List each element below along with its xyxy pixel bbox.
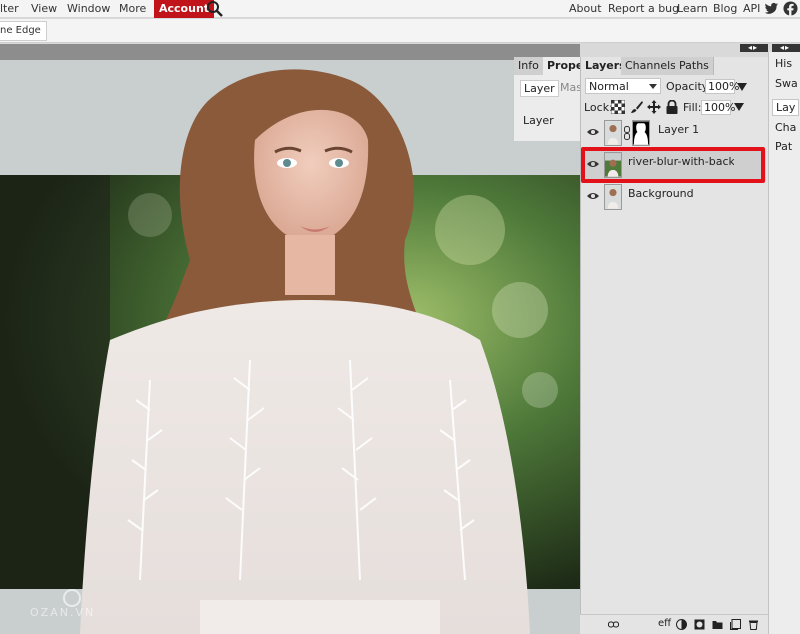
adjustment-layer-icon[interactable] [676,619,687,630]
chain-link-icon[interactable] [624,126,630,140]
menu-filter[interactable]: lter [0,2,19,15]
opacity-dropdown-icon[interactable] [737,83,747,91]
twitter-icon[interactable] [764,1,779,16]
chevron-down-icon [649,84,657,89]
lock-label: Lock: [584,101,613,114]
properties-subtab-layer[interactable]: Layer [520,80,559,97]
collapsed-side-panel: His Swa Lay Cha Pat [768,52,800,634]
canvas[interactable]: OZAN.VN [0,60,580,634]
collapse-arrows-icon: ◂▸ [748,43,759,52]
lock-transparency-icon[interactable] [611,100,625,114]
lock-all-icon[interactable] [665,100,679,114]
new-group-folder-icon[interactable] [712,619,723,630]
watermark-text: OZAN.VN [30,606,96,619]
opacity-input[interactable]: 100% [705,79,739,94]
canvas-image [0,60,580,634]
link-about[interactable]: About [569,2,602,15]
side-collapse-arrows-icon: ◂▸ [780,43,791,52]
refine-edge-button[interactable]: ne Edge [0,21,47,41]
layers-bottom-toolbar: eff [580,614,768,634]
lock-position-move-icon[interactable] [647,100,661,114]
tab-paths[interactable]: Paths [675,57,714,75]
effects-button[interactable]: eff [658,618,671,629]
layers-panel: Layers Channels Paths Normal Opacity: 10… [580,57,768,634]
visibility-eye-icon[interactable] [587,127,599,137]
layer-thumbnail [604,184,622,210]
lock-pixels-brush-icon[interactable] [630,100,644,114]
properties-subtab-mask[interactable]: Mas [560,81,582,94]
layer-name: Layer 1 [658,123,700,136]
properties-row-label: Layer [523,114,554,127]
layer-name: Background [628,187,694,200]
link-learn[interactable]: Learn [677,2,708,15]
link-report-bug[interactable]: Report a bug [608,2,679,15]
layer-row-background[interactable]: Background [582,181,766,213]
fill-dropdown-icon[interactable] [734,103,744,111]
side-tab-swatches[interactable]: Swa [775,77,798,90]
side-tab-channels[interactable]: Cha [775,121,796,134]
layer-thumbnail [604,120,622,146]
side-tab-history[interactable]: His [775,57,792,70]
menu-view[interactable]: View [31,2,57,15]
blend-mode-value: Normal [589,80,629,93]
options-bar: ne Edge [0,19,800,43]
menu-window[interactable]: Window [67,2,110,15]
visibility-eye-icon[interactable] [587,191,599,201]
add-mask-icon[interactable] [694,619,705,630]
tab-channels[interactable]: Channels [621,57,681,75]
facebook-icon[interactable] [783,1,798,16]
link-api[interactable]: API [743,2,760,15]
side-tab-layers[interactable]: Lay [772,99,800,116]
menu-more[interactable]: More [119,2,146,15]
fill-input[interactable]: 100% [701,100,735,115]
document-tab-strip [0,44,580,60]
link-blog[interactable]: Blog [713,2,737,15]
tab-info[interactable]: Info [514,57,544,75]
fill-label: Fill: [683,101,702,114]
search-icon[interactable] [206,0,224,18]
layer-row-layer-1[interactable]: Layer 1 [582,117,766,149]
link-layers-icon[interactable] [608,619,619,630]
layer-mask-thumbnail[interactable] [632,120,650,146]
blend-mode-select[interactable]: Normal [585,78,661,94]
side-tab-paths[interactable]: Pat [775,140,792,153]
new-layer-icon[interactable] [730,619,741,630]
menu-bar: lter View Window More Account About Repo… [0,0,800,18]
selection-highlight-box [581,147,765,183]
delete-layer-trash-icon[interactable] [748,619,759,630]
